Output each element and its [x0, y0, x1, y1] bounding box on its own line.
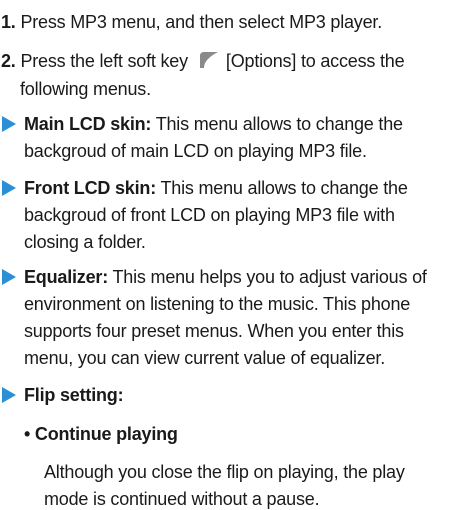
- menu-item-desc-line: This menu helps you to adjust various of: [112, 267, 427, 287]
- menu-item-main-lcd-skin: Main LCD skin: This menu allows to chang…: [24, 113, 403, 135]
- menu-item-desc-line: backgroud of main LCD on playing MP3 fil…: [24, 141, 367, 161]
- menu-item-desc-line: supports four preset menus. When you ent…: [24, 321, 404, 341]
- menu-item-desc-line: environment on listening to the music. T…: [24, 294, 411, 314]
- step-1: 1. Press MP3 menu, and then select MP3 p…: [1, 11, 382, 33]
- menu-item-desc-line: backgroud of front LCD on playing MP3 fi…: [24, 205, 395, 225]
- menu-item-desc-line: menu, you can view current value of equa…: [24, 348, 386, 368]
- step-1-text: Press MP3 menu, and then select MP3 play…: [20, 12, 383, 32]
- step-2-number: 2.: [1, 51, 16, 71]
- manual-page: 1. Press MP3 menu, and then select MP3 p…: [0, 0, 469, 509]
- sub-item-desc-line: mode is continued without a pause.: [44, 489, 320, 509]
- menu-item-front-lcd-skin: Front LCD skin: This menu allows to chan…: [24, 177, 408, 199]
- sub-item-continue-playing: • Continue playing: [24, 423, 178, 445]
- menu-item-title: Main LCD skin:: [24, 114, 152, 134]
- menu-item-title: Front LCD skin:: [24, 178, 156, 198]
- step-1-number: 1.: [1, 12, 16, 32]
- bullet-arrow-icon: [2, 387, 16, 403]
- left-soft-key-icon: [198, 50, 220, 70]
- sub-item-title: Continue playing: [34, 424, 178, 444]
- menu-item-desc-line: This menu allows to change the: [155, 114, 403, 134]
- bullet-arrow-icon: [2, 116, 16, 132]
- step-2-line-2: following menus.: [20, 79, 151, 99]
- menu-item-desc-line: This menu allows to change the: [160, 178, 408, 198]
- menu-item-title: Equalizer:: [24, 267, 109, 287]
- sub-item-desc-line: Although you close the flip on playing, …: [44, 462, 405, 482]
- bullet-arrow-icon: [2, 180, 16, 196]
- menu-item-flip-setting: Flip setting:: [24, 385, 124, 405]
- menu-item-equalizer: Equalizer: This menu helps you to adjust…: [24, 266, 427, 288]
- step-2: 2. Press the left soft key [Options] to a…: [1, 50, 405, 72]
- step-2-text-before-icon: Press the left soft key: [20, 51, 188, 71]
- bullet-arrow-icon: [2, 269, 16, 285]
- step-2-text-after-icon: [Options] to access the: [225, 51, 405, 71]
- sub-item-bullet: •: [24, 424, 31, 444]
- menu-item-desc-line: closing a folder.: [24, 232, 146, 252]
